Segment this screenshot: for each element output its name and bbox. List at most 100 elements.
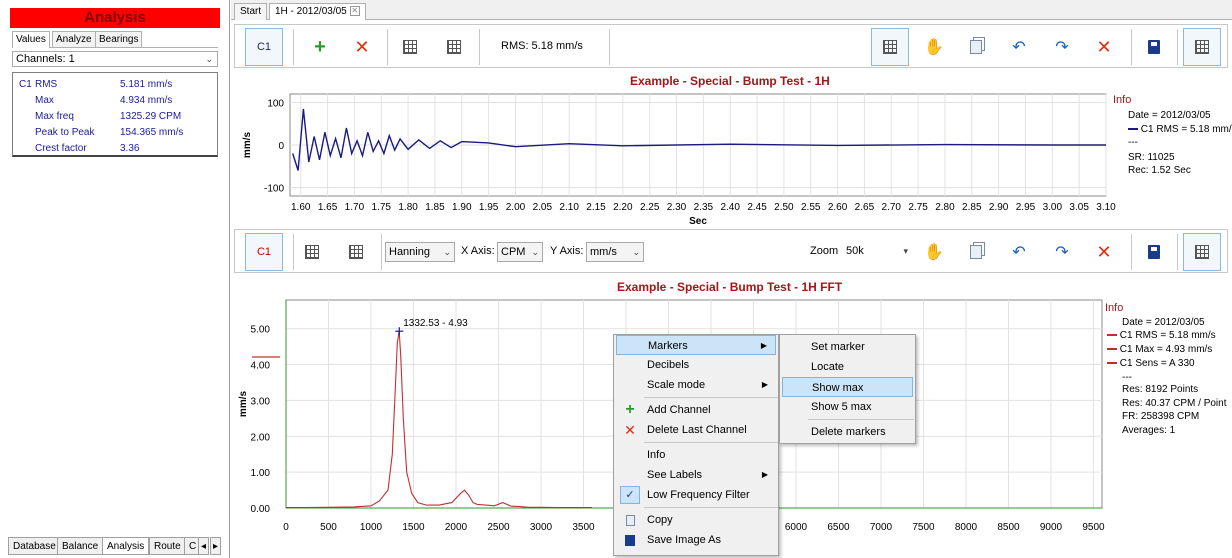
window-dropdown[interactable]: Hanning ⌄	[385, 242, 455, 262]
value-key: Max freq	[35, 111, 74, 122]
value-row: Max 4.934 mm/s	[13, 95, 217, 111]
tab-start[interactable]: Start	[234, 3, 268, 20]
delete-channel-button[interactable]: ✕	[343, 28, 381, 66]
submenu-arrow-icon: ▶	[761, 470, 768, 479]
menu-item-markers[interactable]: Markers ▶	[616, 335, 776, 355]
menu-item-label: Save Image As	[647, 534, 721, 546]
tab-route[interactable]: Route	[149, 537, 186, 555]
channels-dropdown[interactable]: Channels: 1 ⌄	[12, 51, 218, 67]
export-icon	[1195, 40, 1209, 54]
x-tick-label: 3000	[530, 522, 553, 533]
pan-hand-button[interactable]: ✋	[915, 233, 953, 271]
x-tick-label: 1.65	[318, 202, 338, 213]
menu-item-low-frequency-filter[interactable]: ✓ Low Frequency Filter	[616, 485, 776, 505]
menu-item-scale-mode[interactable]: Scale mode ▶	[616, 375, 776, 395]
menu-item-delete-last-channel[interactable]: ✕ Delete Last Channel	[616, 420, 776, 440]
info-line: ---	[1128, 137, 1138, 148]
menu-item-set-marker[interactable]: Set marker	[782, 337, 913, 357]
menu-item-show-max[interactable]: Show max	[782, 377, 913, 397]
grid-view-button[interactable]	[293, 233, 331, 271]
x-tick-label: 2.30	[667, 202, 687, 213]
x-tick-label: 1.80	[398, 202, 418, 213]
x-tick-label: 6000	[785, 522, 808, 533]
channel-button[interactable]: C1	[245, 28, 283, 66]
save-icon	[620, 530, 640, 550]
divider	[1131, 234, 1132, 270]
x-tick-label: 8000	[955, 522, 978, 533]
tab-analyze[interactable]: Analyze	[52, 31, 96, 47]
menu-item-see-labels[interactable]: See Labels ▶	[616, 465, 776, 485]
close-icon[interactable]: ✕	[349, 6, 360, 17]
chevron-down-icon: ⌄	[632, 247, 640, 257]
value-key: Max	[35, 95, 54, 106]
info-line: Date = 2012/03/05	[1128, 110, 1211, 121]
menu-item-label: Markers	[648, 340, 688, 352]
redo-button[interactable]: ↷	[1043, 28, 1081, 66]
value-val: 4.934 mm/s	[120, 95, 173, 106]
legend-swatch	[1107, 334, 1117, 337]
menu-item-add-channel[interactable]: + Add Channel	[616, 400, 776, 420]
undo-button[interactable]: ↶	[1000, 233, 1038, 271]
menu-item-show-5-max[interactable]: Show 5 max	[782, 397, 913, 417]
y-tick-label: -100	[264, 184, 284, 195]
table-view-button[interactable]	[435, 28, 473, 66]
y-tick-label: 0	[278, 141, 284, 152]
tab-values[interactable]: Values	[12, 31, 50, 48]
value-key: RMS	[35, 79, 58, 90]
x-tick-label: 1500	[402, 522, 425, 533]
undo-button[interactable]: ↶	[1000, 28, 1038, 66]
tab-balance[interactable]: Balance	[57, 537, 104, 555]
x-tick-label: 1.75	[372, 202, 392, 213]
save-button[interactable]	[1135, 28, 1173, 66]
y-tick-label: 2.00	[251, 432, 271, 443]
menu-item-delete-markers[interactable]: Delete markers	[782, 422, 913, 442]
info-line: Res: 8192 Points	[1122, 384, 1199, 395]
scroll-left-icon[interactable]: ◂	[198, 537, 210, 555]
table-view-button[interactable]	[337, 233, 375, 271]
copy-button[interactable]	[957, 28, 995, 66]
export-button[interactable]	[1183, 233, 1221, 271]
y-axis-dropdown[interactable]: mm/s ⌄	[586, 242, 644, 262]
export-button[interactable]	[1183, 28, 1221, 66]
menu-separator	[644, 397, 778, 398]
values-list: C1 RMS 5.181 mm/s Max 4.934 mm/s Max freq 1…	[12, 72, 218, 157]
divider	[1177, 234, 1178, 270]
y-tick-label: 1.00	[251, 468, 271, 479]
menu-separator	[808, 419, 914, 420]
x-tick-label: 3.10	[1096, 202, 1116, 213]
grid-view-button[interactable]	[391, 28, 429, 66]
info-line: Date = 2012/03/05	[1122, 317, 1205, 328]
zoom-dropdown[interactable]: 50k ▾	[843, 242, 911, 262]
time-chart[interactable]: 1.60 1.65 1.70 1.75 1.80 1.85 1.90 1.95 2.00 2.05…	[234, 68, 1228, 224]
markers-submenu: Set marker Locate Show max Show 5 max De…	[779, 334, 916, 444]
divider	[293, 29, 294, 65]
x-axis-value: CPM	[501, 246, 526, 258]
x-tick-label: 3500	[572, 522, 595, 533]
menu-item-locate[interactable]: Locate	[782, 357, 913, 377]
pan-hand-button[interactable]: ✋	[915, 28, 953, 66]
menu-item-decibels[interactable]: Decibels	[616, 355, 776, 375]
table-icon	[349, 245, 363, 259]
copy-button[interactable]	[957, 233, 995, 271]
channel-button[interactable]: C1	[245, 233, 283, 271]
menu-item-save-image-as[interactable]: Save Image As	[616, 530, 776, 550]
grid-icon	[403, 40, 417, 54]
clear-button[interactable]: ✕	[1085, 233, 1123, 271]
menu-item-label: See Labels	[647, 469, 703, 481]
x-axis-dropdown[interactable]: CPM ⌄	[497, 242, 543, 262]
menu-item-info[interactable]: Info	[616, 445, 776, 465]
tab-document[interactable]: 1H - 2012/03/05 ✕	[269, 3, 366, 20]
menu-item-copy[interactable]: Copy	[616, 510, 776, 530]
x-tick-label: 2.45	[747, 202, 767, 213]
channels-dropdown-value: Channels: 1	[16, 53, 75, 65]
list-view-button[interactable]	[871, 28, 909, 66]
tab-analysis[interactable]: Analysis	[102, 537, 150, 555]
scroll-right-icon[interactable]: ▸	[210, 537, 222, 555]
save-button[interactable]	[1135, 233, 1173, 271]
legend-label: C1 Max = 4.93 mm/s	[1119, 344, 1213, 355]
redo-button[interactable]: ↷	[1043, 233, 1081, 271]
clear-button[interactable]: ✕	[1085, 28, 1123, 66]
tab-database[interactable]: Database	[8, 537, 61, 555]
add-channel-button[interactable]: +	[301, 28, 339, 66]
tab-bearings[interactable]: Bearings	[95, 31, 143, 47]
